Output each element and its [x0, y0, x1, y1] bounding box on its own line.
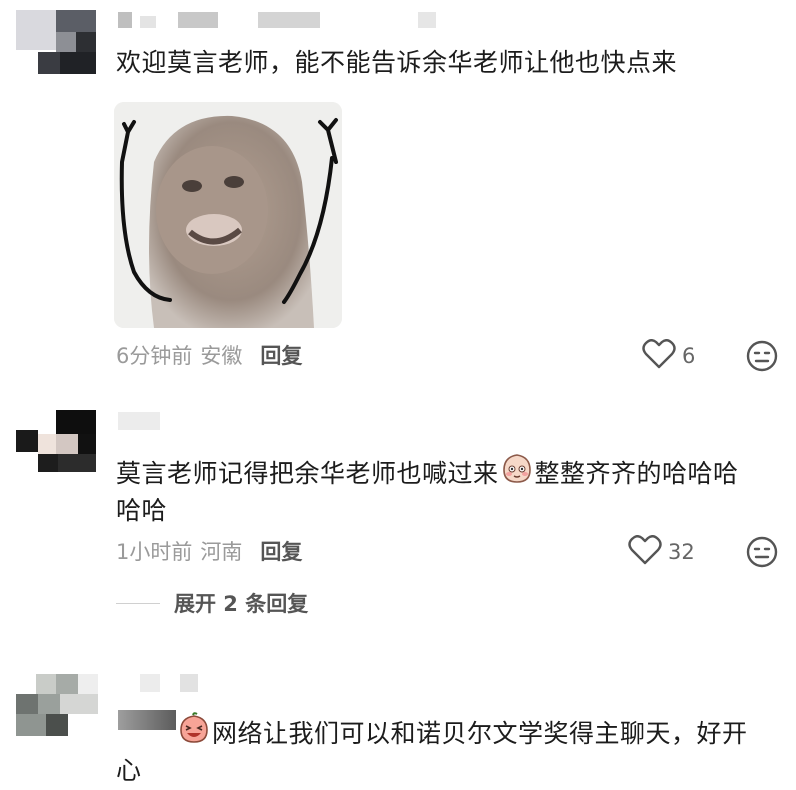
- avatar[interactable]: [16, 410, 100, 474]
- comment-text-line-2: 哈哈: [116, 496, 168, 525]
- expand-replies-button[interactable]: 展开 2 条回复: [116, 588, 308, 618]
- like-button[interactable]: 6: [642, 339, 696, 373]
- expand-divider: [116, 602, 160, 604]
- like-count: 32: [668, 540, 695, 564]
- expand-replies-label: 展开 2 条回复: [174, 592, 309, 616]
- reply-button[interactable]: 回复: [260, 340, 302, 370]
- user-tag: [118, 710, 176, 730]
- comment-time: 6分钟前: [116, 344, 193, 368]
- blush-emoji-icon: [501, 452, 533, 495]
- comment-text: 莫言老师记得把余华老师也喊过来 整整齐齐的哈哈哈: [116, 452, 739, 495]
- comment-location: 安徽: [200, 344, 243, 368]
- reply-button[interactable]: 回复: [260, 536, 302, 566]
- username[interactable]: [118, 674, 208, 694]
- avatar[interactable]: [16, 674, 100, 736]
- like-count: 6: [682, 344, 696, 368]
- comment-location: 河南: [200, 540, 243, 564]
- heart-icon: [642, 339, 676, 373]
- username[interactable]: [118, 12, 438, 30]
- meh-face-icon[interactable]: [746, 340, 778, 376]
- heart-icon: [628, 535, 662, 569]
- comment-text: 网络让我们可以和诺贝尔文学奖得主聊天，好开: [178, 712, 748, 755]
- laugh-emoji-icon: [178, 712, 210, 755]
- meh-face-icon[interactable]: [746, 536, 778, 572]
- comment-text-line-2: 心: [116, 756, 142, 785]
- comment-text: 欢迎莫言老师，能不能告诉余华老师让他也快点来: [116, 48, 678, 77]
- comment-sticker-image[interactable]: [114, 102, 342, 328]
- username[interactable]: [118, 412, 160, 430]
- like-button[interactable]: 32: [628, 535, 695, 569]
- comment-time: 1小时前: [116, 540, 193, 564]
- avatar[interactable]: [16, 10, 100, 76]
